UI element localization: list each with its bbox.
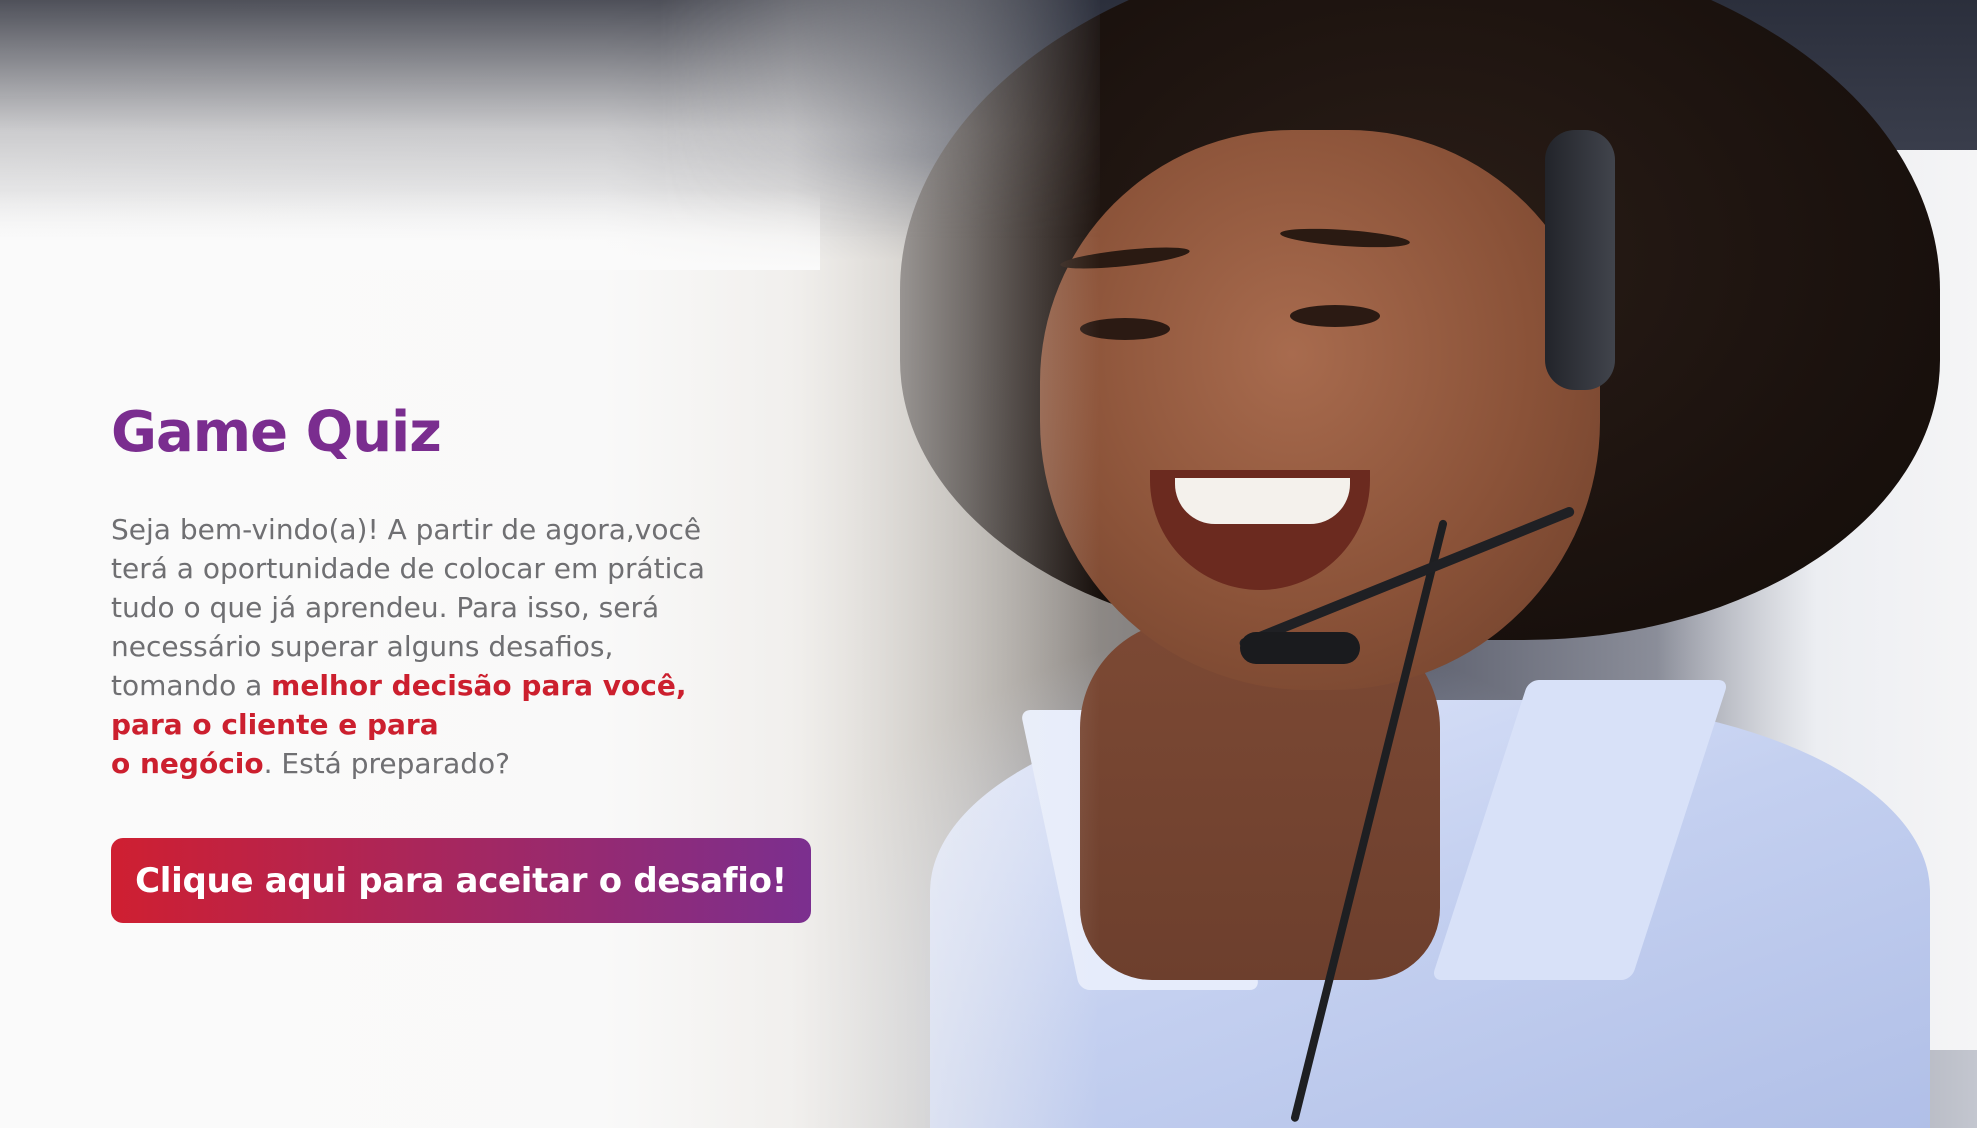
highlight-text: para o cliente e para (111, 708, 439, 741)
fade-blend (0, 190, 820, 270)
microphone-icon (1240, 632, 1360, 664)
game-intro-screen: Game Quiz Seja bem-vindo(a)! A partir de… (0, 0, 1977, 1132)
bottom-border (0, 1128, 1977, 1132)
intro-line: necessário superar alguns desafios, (111, 630, 614, 663)
accept-challenge-button[interactable]: Clique aqui para aceitar o desafio! (111, 838, 811, 923)
eye-right (1290, 305, 1380, 327)
intro-line: terá a oportunidade de colocar em prátic… (111, 552, 705, 585)
intro-panel: Game Quiz Seja bem-vindo(a)! A partir de… (111, 398, 811, 783)
headset-icon (1545, 130, 1615, 390)
intro-line: tudo o que já aprendeu. Para isso, será (111, 591, 660, 624)
teeth (1175, 478, 1350, 524)
intro-paragraph: Seja bem-vindo(a)! A partir de agora,voc… (111, 510, 811, 783)
game-title: Game Quiz (111, 400, 442, 465)
intro-line: tomando a (111, 669, 272, 702)
intro-line: Seja bem-vindo(a)! A partir de agora,voc… (111, 513, 702, 546)
intro-line: . Está preparado? (263, 747, 511, 780)
highlight-text: o negócio (111, 747, 264, 780)
highlight-text: melhor decisão para você, (271, 669, 687, 702)
